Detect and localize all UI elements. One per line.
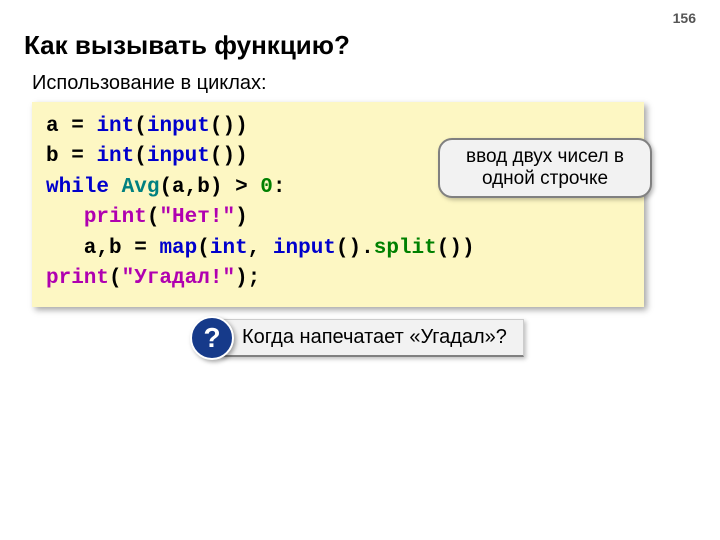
code-token	[84, 145, 97, 168]
question-row: ? Когда напечатает «Угадал»?	[190, 316, 524, 360]
question-mark-icon: ?	[190, 316, 234, 360]
question-text: Когда напечатает «Угадал»?	[220, 319, 524, 357]
code-keyword-int: int	[210, 237, 248, 260]
callout-note: ввод двух чисел в одной строчке	[438, 138, 652, 198]
code-token: (	[134, 145, 147, 168]
code-token: =	[71, 145, 84, 168]
code-token: (a,b)	[159, 176, 235, 199]
code-token: a,b	[46, 237, 134, 260]
code-token: ())	[210, 145, 248, 168]
code-token: )	[235, 206, 248, 229]
code-token: ())	[210, 115, 248, 138]
code-block: a = int(input()) b = int(input()) while …	[32, 102, 644, 307]
code-line-6: print("Угадал!");	[46, 264, 630, 294]
code-token	[147, 237, 160, 260]
code-string: "Угадал!"	[122, 267, 235, 290]
code-token: b	[46, 145, 71, 168]
code-keyword-input: input	[147, 115, 210, 138]
code-token	[248, 176, 261, 199]
code-line-5: a,b = map(int, input().split())	[46, 234, 630, 264]
slide-subtitle: Использование в циклах:	[32, 72, 267, 95]
code-token: (	[197, 237, 210, 260]
page-number: 156	[673, 10, 696, 26]
code-keyword-int: int	[96, 115, 134, 138]
code-literal-zero: 0	[260, 176, 273, 199]
code-keyword-while: while	[46, 176, 109, 199]
code-token: =	[134, 237, 147, 260]
code-token	[84, 115, 97, 138]
code-token: ,	[248, 237, 273, 260]
code-keyword-input: input	[147, 145, 210, 168]
code-line-4: print("Нет!")	[46, 203, 630, 233]
code-string: "Нет!"	[159, 206, 235, 229]
code-keyword-int: int	[96, 145, 134, 168]
code-token: :	[273, 176, 286, 199]
code-token: ().	[336, 237, 374, 260]
code-keyword-print: print	[46, 267, 109, 290]
code-func-avg: Avg	[122, 176, 160, 199]
code-keyword-print: print	[84, 206, 147, 229]
code-keyword-input: input	[273, 237, 336, 260]
code-token: =	[71, 115, 84, 138]
slide-title: Как вызывать функцию?	[24, 30, 350, 61]
code-token: (	[109, 267, 122, 290]
code-token: );	[235, 267, 260, 290]
code-token: a	[46, 115, 71, 138]
code-keyword-map: map	[159, 237, 197, 260]
code-token: >	[235, 176, 248, 199]
code-method-split: split	[374, 237, 437, 260]
code-token: (	[134, 115, 147, 138]
code-token	[46, 206, 84, 229]
code-token: (	[147, 206, 160, 229]
code-token: ())	[437, 237, 475, 260]
code-token	[109, 176, 122, 199]
